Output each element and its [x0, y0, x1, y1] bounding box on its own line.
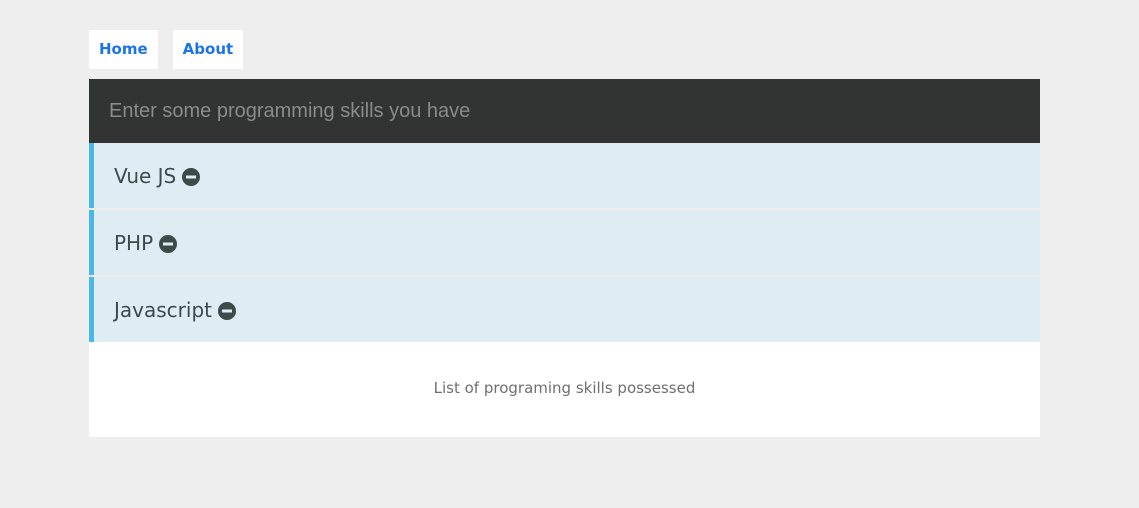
footer-box: List of programing skills possessed	[89, 342, 1040, 437]
skill-item-php: PHP	[89, 210, 1040, 275]
skill-item-javascript: Javascript	[89, 277, 1040, 342]
skill-input[interactable]	[89, 79, 1040, 143]
minus-circle-icon[interactable]	[159, 234, 178, 253]
top-nav: Home About	[89, 30, 244, 69]
minus-circle-icon[interactable]	[217, 301, 236, 320]
skills-list: Vue JS PHP Javascript	[89, 143, 1040, 342]
skill-label: PHP	[114, 230, 154, 255]
minus-circle-icon[interactable]	[182, 167, 201, 186]
nav-link-home[interactable]: Home	[89, 30, 158, 69]
skill-label: Vue JS	[114, 163, 177, 188]
footer-caption: List of programing skills possessed	[433, 379, 696, 397]
skill-label: Javascript	[114, 297, 212, 322]
nav-link-about[interactable]: About	[172, 30, 244, 69]
skill-item-vue-js: Vue JS	[89, 143, 1040, 208]
skills-card: Vue JS PHP Javascript	[89, 79, 1040, 437]
